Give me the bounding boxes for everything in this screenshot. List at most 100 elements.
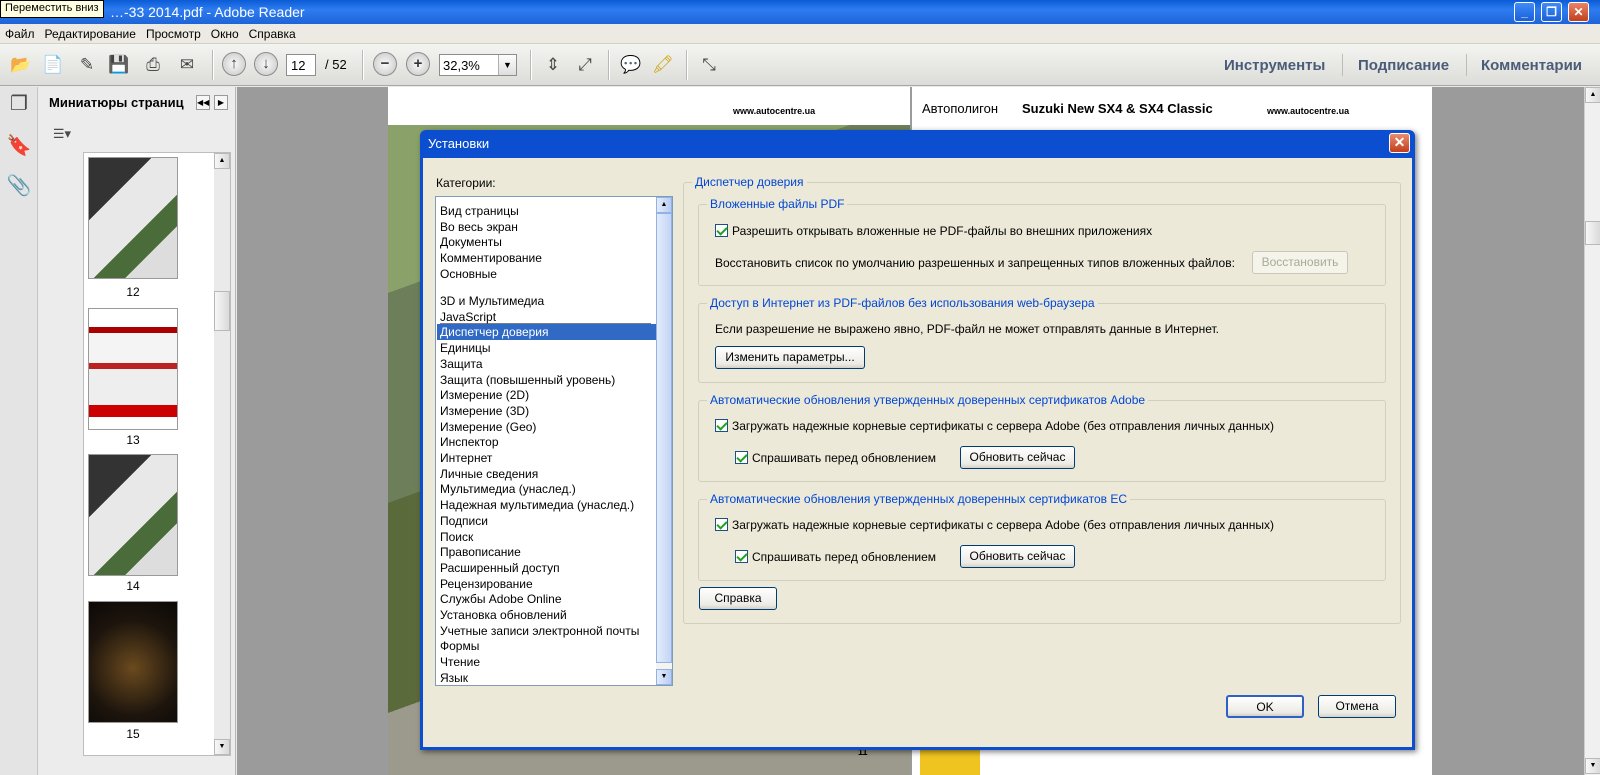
category-item[interactable]: Защита (повышенный уровень) bbox=[440, 372, 615, 388]
section-title: Автополигон bbox=[922, 101, 999, 116]
category-item[interactable]: Во весь экран bbox=[440, 219, 518, 235]
category-item[interactable]: Мультимедиа (унаслед.) bbox=[440, 481, 576, 497]
zoom-in-icon[interactable]: + bbox=[406, 52, 430, 76]
menu-window[interactable]: Окно bbox=[206, 24, 244, 41]
scroll-thumb[interactable] bbox=[214, 291, 230, 331]
expand-panel-icon[interactable]: ▶ bbox=[214, 95, 228, 110]
previous-page-icon[interactable]: ↑ bbox=[222, 52, 246, 76]
category-item[interactable]: JavaScript bbox=[440, 309, 496, 325]
category-item[interactable]: Вид страницы bbox=[440, 203, 519, 219]
scroll-up-icon[interactable]: ▲ bbox=[1585, 87, 1600, 103]
menu-file[interactable]: Файл bbox=[0, 24, 40, 41]
page-number-input[interactable] bbox=[286, 54, 316, 76]
category-item[interactable]: Правописание bbox=[440, 544, 521, 560]
ok-button[interactable]: OK bbox=[1226, 695, 1304, 718]
scroll-down-icon[interactable]: ▼ bbox=[1585, 758, 1600, 774]
attachments-icon[interactable]: 📎 bbox=[6, 173, 32, 199]
scroll-up-icon[interactable]: ▲ bbox=[214, 153, 230, 169]
comments-link[interactable]: Комментарии bbox=[1481, 57, 1582, 74]
fit-page-icon[interactable]: ⤢ bbox=[572, 52, 598, 78]
category-item[interactable]: Основные bbox=[440, 266, 497, 282]
category-item[interactable]: Комментирование bbox=[440, 250, 542, 266]
next-page-icon[interactable]: ↓ bbox=[254, 52, 278, 76]
close-button[interactable]: ✕ bbox=[1568, 2, 1589, 22]
thumbnail-page-13[interactable] bbox=[88, 308, 178, 430]
title-bar: …-33 2014.pdf - Adobe Reader _ ❐ ✕ bbox=[0, 0, 1600, 24]
category-item[interactable]: Измерение (3D) bbox=[440, 403, 529, 419]
email-icon[interactable]: ✉ bbox=[174, 52, 200, 78]
categories-list[interactable]: Вид страницы Во весь экран Документы Коммен… bbox=[435, 196, 673, 686]
thumbnails-list[interactable]: 12 13 14 15 ▲ ▼ bbox=[83, 152, 231, 756]
category-item[interactable]: Личные сведения bbox=[440, 466, 538, 482]
collapse-panel-icon[interactable]: ◀◀ bbox=[196, 95, 210, 110]
tools-link[interactable]: Инструменты bbox=[1224, 57, 1325, 74]
full-screen-icon[interactable]: ⤡ bbox=[696, 52, 722, 78]
chevron-down-icon[interactable]: ▼ bbox=[498, 55, 516, 75]
category-item[interactable]: Службы Adobe Online bbox=[440, 591, 562, 607]
menu-help[interactable]: Справка bbox=[244, 24, 301, 41]
category-item-selected[interactable]: Диспетчер доверия bbox=[437, 324, 656, 341]
category-item[interactable]: Расширенный доступ bbox=[440, 560, 560, 576]
category-item[interactable]: Защита bbox=[440, 356, 483, 372]
menu-edit[interactable]: Редактирование bbox=[40, 24, 141, 41]
save-icon[interactable]: 💾 bbox=[106, 52, 132, 78]
category-item[interactable]: Инспектор bbox=[440, 434, 499, 450]
allow-attachments-checkbox[interactable] bbox=[715, 224, 728, 237]
update-now-ec-button[interactable]: Обновить сейчас bbox=[960, 545, 1075, 568]
minimize-button[interactable]: _ bbox=[1514, 2, 1535, 22]
category-item[interactable]: Надежная мультимедиа (унаслед.) bbox=[440, 497, 634, 513]
category-item[interactable]: Учетные записи электронной почты bbox=[440, 623, 639, 639]
bookmarks-icon[interactable]: 🔖 bbox=[6, 133, 32, 159]
document-scrollbar[interactable]: ▲ ▼ bbox=[1584, 87, 1600, 775]
category-item[interactable]: Измерение (2D) bbox=[440, 387, 529, 403]
edit-document-icon[interactable]: ✎ bbox=[74, 52, 100, 78]
ask-before-update-label: Спрашивать перед обновлением bbox=[752, 451, 937, 465]
category-item[interactable]: Измерение (Geo) bbox=[440, 419, 536, 435]
sign-link[interactable]: Подписание bbox=[1358, 57, 1449, 74]
category-item[interactable]: Чтение bbox=[440, 654, 480, 670]
page-thumbnails-icon[interactable]: ❐ bbox=[6, 91, 32, 117]
load-ec-certs-checkbox[interactable] bbox=[715, 518, 728, 531]
category-item[interactable]: 3D и Мультимедиа bbox=[440, 293, 544, 309]
menu-view[interactable]: Просмотр bbox=[141, 24, 206, 41]
dialog-close-button[interactable]: ✕ bbox=[1389, 133, 1410, 153]
comment-icon[interactable]: 💬 bbox=[618, 52, 644, 78]
category-item[interactable]: Единицы bbox=[440, 340, 491, 356]
categories-scrollbar[interactable]: ▲ ▼ bbox=[656, 197, 672, 685]
restore-button[interactable]: ❐ bbox=[1541, 2, 1562, 22]
ask-before-update-checkbox[interactable] bbox=[735, 451, 748, 464]
scroll-thumb[interactable] bbox=[1585, 221, 1600, 245]
highlight-icon[interactable]: 🖍 bbox=[650, 52, 676, 78]
help-button[interactable]: Справка bbox=[699, 587, 777, 610]
category-item[interactable]: Подписи bbox=[440, 513, 488, 529]
ask-before-update-ec-checkbox[interactable] bbox=[735, 550, 748, 563]
print-icon[interactable]: ⎙ bbox=[140, 52, 166, 78]
create-pdf-icon[interactable]: 📄 bbox=[40, 52, 66, 78]
category-item[interactable]: Рецензирование bbox=[440, 576, 533, 592]
category-item[interactable]: Документы bbox=[440, 234, 502, 250]
thumbnails-scrollbar[interactable]: ▲ ▼ bbox=[214, 153, 230, 755]
scroll-down-icon[interactable]: ▼ bbox=[214, 739, 230, 755]
scroll-up-icon[interactable]: ▲ bbox=[656, 197, 672, 213]
restore-button[interactable]: Восстановить bbox=[1252, 251, 1348, 274]
category-item[interactable]: Интернет bbox=[440, 450, 492, 466]
thumbnail-page-14[interactable] bbox=[88, 454, 178, 576]
scroll-thumb[interactable] bbox=[656, 213, 672, 663]
fit-width-icon[interactable]: ⇕ bbox=[540, 52, 566, 78]
category-item[interactable]: Поиск bbox=[440, 529, 473, 545]
thumbnail-page-12[interactable] bbox=[88, 157, 178, 279]
thumbnail-page-15[interactable] bbox=[88, 601, 178, 723]
category-item[interactable]: Язык bbox=[440, 670, 468, 685]
zoom-out-icon[interactable]: − bbox=[373, 52, 397, 76]
category-item[interactable]: Формы bbox=[440, 638, 479, 654]
scroll-down-icon[interactable]: ▼ bbox=[656, 669, 672, 685]
zoom-select[interactable]: 32,3% ▼ bbox=[439, 54, 517, 76]
zoom-value: 32,3% bbox=[443, 58, 480, 73]
cancel-button[interactable]: Отмена bbox=[1318, 695, 1396, 718]
update-now-button[interactable]: Обновить сейчас bbox=[960, 446, 1075, 469]
load-adobe-certs-checkbox[interactable] bbox=[715, 419, 728, 432]
options-menu-icon[interactable]: ☰▾ bbox=[47, 124, 77, 144]
open-file-icon[interactable]: 📂 bbox=[8, 52, 34, 78]
category-item[interactable]: Установка обновлений bbox=[440, 607, 567, 623]
change-settings-button[interactable]: Изменить параметры... bbox=[715, 346, 865, 369]
